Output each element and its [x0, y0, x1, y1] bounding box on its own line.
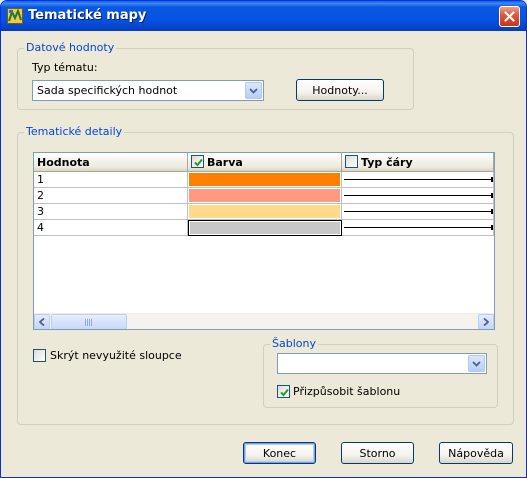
napoveda-button[interactable]: Nápověda — [439, 442, 513, 464]
table-row-value[interactable]: 1 — [34, 172, 188, 188]
konec-button[interactable]: Konec — [243, 442, 316, 464]
table-row-value[interactable]: 4 — [34, 220, 188, 236]
scroll-thumb[interactable] — [51, 314, 127, 329]
scroll-left-icon — [38, 316, 45, 329]
typ-tematu-label: Typ tématu: — [32, 61, 98, 74]
horizontal-scrollbar[interactable] — [34, 313, 494, 329]
column-header-typ-cary[interactable]: Typ čáry — [342, 153, 494, 172]
datove-hodnoty-legend: Datové hodnoty — [24, 41, 117, 54]
tematicke-detaily-legend: Tematické detaily — [24, 125, 125, 138]
column-header-hodnota[interactable]: Hodnota — [34, 153, 188, 172]
column-header-barva-label: Barva — [207, 156, 243, 169]
column-header-hodnota-label: Hodnota — [37, 156, 90, 169]
hodnoty-button[interactable]: Hodnoty... — [296, 79, 384, 101]
scroll-left-button[interactable] — [34, 314, 50, 329]
close-icon — [504, 11, 515, 22]
table-row-value[interactable]: 3 — [34, 204, 188, 220]
typ-tematu-select[interactable]: Sada specifických hodnot — [32, 80, 264, 101]
barva-column-checkbox[interactable] — [191, 155, 204, 168]
table-row-color[interactable] — [188, 204, 342, 220]
table-row-color[interactable] — [188, 172, 342, 188]
window-title: Tematické mapy — [28, 8, 147, 23]
thematic-map-app-icon — [7, 8, 23, 24]
table-row-line[interactable] — [342, 220, 494, 236]
scroll-grip-icon — [85, 316, 93, 329]
thematic-details-grid[interactable]: Hodnota Barva Typ čáry 1 2 3 4 — [33, 152, 495, 330]
table-row-value[interactable]: 2 — [34, 188, 188, 204]
title-bar[interactable]: Tematické mapy — [1, 1, 526, 31]
table-row-line[interactable] — [342, 204, 494, 220]
color-swatch — [189, 173, 340, 186]
sablony-select[interactable] — [277, 353, 487, 374]
color-swatch — [189, 205, 340, 218]
skryt-nevyuzite-checkbox[interactable] — [33, 349, 46, 362]
sablony-legend: Šablony — [270, 337, 318, 350]
chevron-down-icon[interactable] — [468, 355, 485, 372]
typ-cary-column-checkbox[interactable] — [345, 155, 358, 168]
typ-tematu-value: Sada specifických hodnot — [37, 84, 178, 97]
skryt-nevyuzite-label[interactable]: Skrýt nevyužité sloupce — [50, 349, 182, 362]
table-row-line[interactable] — [342, 172, 494, 188]
color-swatch — [190, 222, 340, 234]
column-header-typ-cary-label: Typ čáry — [361, 156, 413, 169]
chevron-down-icon[interactable] — [245, 82, 262, 99]
storno-button[interactable]: Storno — [341, 442, 414, 464]
column-header-barva[interactable]: Barva — [188, 153, 342, 172]
close-button[interactable] — [499, 6, 520, 27]
table-row-color[interactable] — [188, 188, 342, 204]
prizpusobit-sablonu-checkbox[interactable] — [277, 385, 290, 398]
table-row-line[interactable] — [342, 188, 494, 204]
grid-body: Hodnota Barva Typ čáry 1 2 3 4 — [34, 153, 494, 313]
color-swatch — [189, 189, 340, 202]
table-row-color-selected[interactable] — [188, 220, 342, 236]
dialog-window: Tematické mapy Datové hodnoty Typ tématu… — [0, 0, 527, 478]
prizpusobit-sablonu-label[interactable]: Přizpůsobit šablonu — [293, 385, 400, 398]
scroll-right-icon — [483, 316, 490, 329]
scroll-right-button[interactable] — [478, 314, 494, 329]
